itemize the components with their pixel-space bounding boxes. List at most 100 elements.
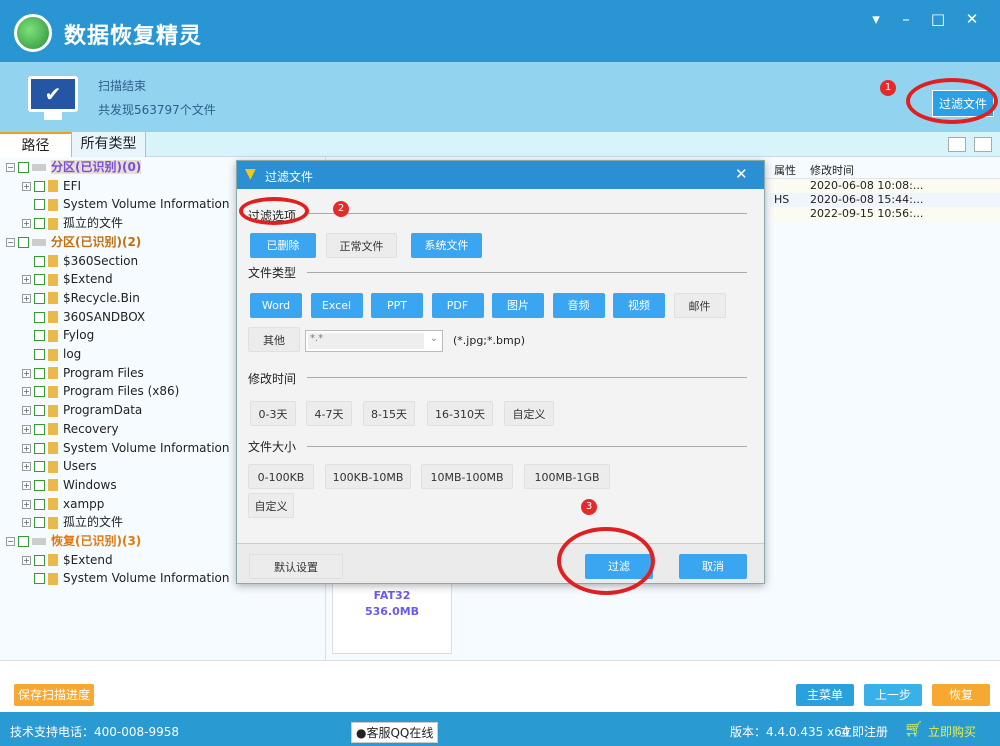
register-link[interactable]: 立即注册 xyxy=(840,723,888,740)
file-type-button[interactable]: 图片 xyxy=(492,293,544,318)
size-custom-button[interactable]: 自定义 xyxy=(248,493,294,518)
tree-folder-item[interactable]: + System Volume Information xyxy=(22,439,229,457)
list-view-icon[interactable] xyxy=(974,137,992,152)
tree-folder-item[interactable]: Fylog xyxy=(22,326,94,344)
qq-support-button[interactable]: ●客服QQ在线 xyxy=(351,722,439,743)
buy-now-link[interactable]: 立即购买 xyxy=(928,723,976,740)
tree-folder-item[interactable]: log xyxy=(22,345,81,363)
tree-folder-item[interactable]: + Recovery xyxy=(22,420,119,438)
tab-path[interactable]: 路径 xyxy=(0,132,72,157)
default-settings-button[interactable]: 默认设置 xyxy=(249,554,343,579)
checkbox[interactable] xyxy=(34,311,45,323)
other-type-button[interactable]: 其他 xyxy=(248,327,300,352)
tree-folder-item[interactable]: + Users xyxy=(22,457,97,475)
dialog-close-icon[interactable]: ✕ xyxy=(735,165,748,183)
checkbox[interactable] xyxy=(34,461,45,473)
time-range-button[interactable]: 自定义 xyxy=(504,401,554,426)
size-range-button[interactable]: 100MB-1GB xyxy=(524,464,610,489)
expand-icon[interactable]: + xyxy=(22,499,31,509)
table-row[interactable]: 2022-09-15 10:56:... xyxy=(770,207,1000,221)
file-type-button[interactable]: PDF xyxy=(431,293,484,318)
collapse-icon[interactable]: − xyxy=(6,537,15,546)
tree-folder-item[interactable]: + $Recycle.Bin xyxy=(22,289,140,307)
expand-icon[interactable]: + xyxy=(22,219,31,229)
tree-folder-item[interactable]: + EFI xyxy=(22,177,81,195)
filter-option-button[interactable]: 正常文件 xyxy=(326,233,397,258)
tree-folder-item[interactable]: System Volume Information xyxy=(22,569,229,587)
time-range-button[interactable]: 8-15天 xyxy=(363,401,415,426)
checkbox[interactable] xyxy=(34,199,45,211)
tree-folder-item[interactable]: + ProgramData xyxy=(22,401,142,419)
file-type-button[interactable]: 视频 xyxy=(613,293,665,318)
file-type-button[interactable]: Word xyxy=(250,293,302,318)
tree-folder-item[interactable]: + $Extend xyxy=(22,270,113,288)
checkbox[interactable] xyxy=(34,405,45,417)
checkbox[interactable] xyxy=(34,218,45,230)
checkbox[interactable] xyxy=(34,255,45,267)
expand-icon[interactable]: + xyxy=(22,480,31,490)
time-range-button[interactable]: 16-310天 xyxy=(427,401,493,426)
maximize-button[interactable]: □ xyxy=(928,10,948,28)
checkbox[interactable] xyxy=(34,573,45,585)
checkbox[interactable] xyxy=(34,292,45,304)
expand-icon[interactable]: + xyxy=(22,518,31,528)
file-type-button[interactable]: PPT xyxy=(371,293,423,318)
file-type-button[interactable]: Excel xyxy=(310,293,363,318)
recover-button[interactable]: 恢复 xyxy=(932,684,990,706)
time-range-button[interactable]: 0-3天 xyxy=(250,401,296,426)
save-scan-progress-button[interactable]: 保存扫描进度 xyxy=(14,684,94,706)
file-type-button[interactable]: 音频 xyxy=(552,293,605,318)
checkbox[interactable] xyxy=(34,442,45,454)
checkbox[interactable] xyxy=(34,386,45,398)
tree-folder-item[interactable]: + $Extend xyxy=(22,551,113,569)
column-attribute[interactable]: 属性 xyxy=(774,162,796,178)
tree-folder-item[interactable]: System Volume Information xyxy=(22,195,229,213)
expand-icon[interactable]: + xyxy=(22,555,31,565)
expand-icon[interactable]: + xyxy=(22,424,31,434)
close-button[interactable]: ✕ xyxy=(962,10,982,28)
time-range-button[interactable]: 4-7天 xyxy=(306,401,352,426)
checkbox[interactable] xyxy=(34,479,45,491)
filter-option-button[interactable]: 已删除 xyxy=(250,233,316,258)
tree-folder-item[interactable]: + 孤立的文件 xyxy=(22,513,123,531)
expand-icon[interactable]: + xyxy=(22,443,31,453)
checkbox[interactable] xyxy=(34,554,45,566)
file-type-button[interactable]: 邮件 xyxy=(673,293,726,318)
back-button[interactable]: 上一步 xyxy=(864,684,922,706)
grid-view-icon[interactable] xyxy=(948,137,966,152)
checkbox[interactable] xyxy=(34,330,45,342)
expand-icon[interactable]: + xyxy=(22,181,31,191)
checkbox[interactable] xyxy=(34,274,45,286)
tree-folder-item[interactable]: + Program Files xyxy=(22,364,144,382)
checkbox[interactable] xyxy=(18,236,29,248)
checkbox[interactable] xyxy=(34,498,45,510)
tree-folder-item[interactable]: + Program Files (x86) xyxy=(22,382,179,400)
menu-dropdown-button[interactable]: ▾ xyxy=(866,10,886,28)
main-menu-button[interactable]: 主菜单 xyxy=(796,684,854,706)
tab-all-types[interactable]: 所有类型 xyxy=(72,132,146,157)
checkbox[interactable] xyxy=(34,349,45,360)
size-range-button[interactable]: 100KB-10MB xyxy=(325,464,411,489)
tree-partition-item[interactable]: − 分区(已识别)(2) xyxy=(6,233,141,251)
expand-icon[interactable]: + xyxy=(22,406,31,416)
collapse-icon[interactable]: − xyxy=(6,237,15,247)
checkbox[interactable] xyxy=(34,367,45,379)
tree-folder-item[interactable]: + Windows xyxy=(22,476,117,494)
checkbox[interactable] xyxy=(34,517,45,529)
expand-icon[interactable]: + xyxy=(22,368,31,378)
expand-icon[interactable]: + xyxy=(22,462,31,472)
table-row[interactable]: HS 2020-06-08 15:44:... xyxy=(770,193,1000,207)
checkbox[interactable] xyxy=(18,162,29,173)
checkbox[interactable] xyxy=(34,423,45,435)
checkbox[interactable] xyxy=(34,180,45,192)
expand-icon[interactable]: + xyxy=(22,275,31,285)
tree-folder-item[interactable]: $360Section xyxy=(22,252,138,270)
cancel-button[interactable]: 取消 xyxy=(679,554,747,579)
tree-folder-item[interactable]: + 孤立的文件 xyxy=(22,214,123,232)
size-range-button[interactable]: 0-100KB xyxy=(248,464,314,489)
expand-icon[interactable]: + xyxy=(22,293,31,303)
collapse-icon[interactable]: − xyxy=(6,163,15,172)
expand-icon[interactable]: + xyxy=(22,387,31,397)
table-row[interactable]: 2020-06-08 10:08:... xyxy=(770,179,1000,193)
checkbox[interactable] xyxy=(18,536,29,547)
